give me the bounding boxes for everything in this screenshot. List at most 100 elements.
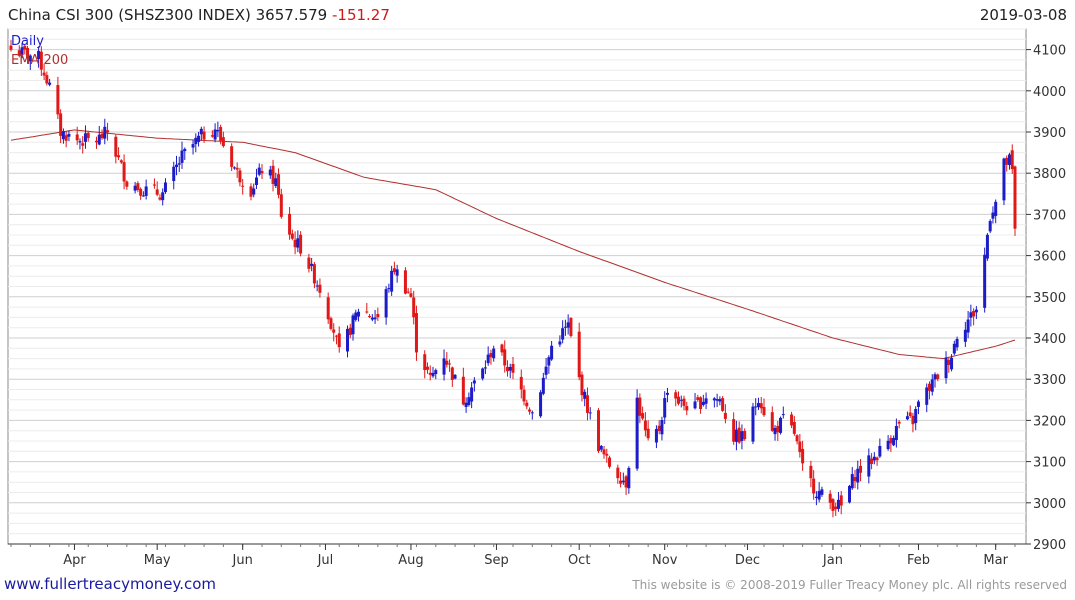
candle-up: [836, 499, 840, 509]
candle-up: [679, 399, 683, 401]
candle-down: [139, 188, 143, 196]
candle-down: [839, 495, 843, 506]
candle-up: [550, 345, 554, 360]
candle-up: [442, 358, 446, 375]
x-tick-label: Feb: [907, 553, 930, 568]
candle-up: [966, 319, 970, 333]
candle-down: [95, 140, 99, 143]
x-tick-label: Nov: [652, 553, 678, 568]
candle-down: [288, 213, 292, 235]
candle-down: [114, 136, 118, 157]
candle-up: [963, 329, 967, 342]
y-tick-label: 3800: [1033, 167, 1066, 182]
candle-up: [141, 195, 145, 197]
candle-down: [602, 449, 606, 455]
candle-up: [387, 288, 391, 290]
x-axis: Apr May Jun Jul Aug Sep Oct Nov Dec Jan Feb Mar: [8, 543, 1026, 568]
candle-down: [503, 349, 507, 366]
candle-down: [290, 233, 294, 239]
candle-up: [351, 315, 355, 335]
candle-up: [654, 428, 658, 443]
candle-down: [428, 372, 432, 375]
candle-up: [663, 398, 667, 418]
candle-up: [197, 135, 201, 142]
candle-up: [544, 366, 548, 375]
candle-down: [682, 398, 686, 406]
candle-down: [1013, 166, 1017, 229]
candle-up: [704, 398, 708, 404]
candle-up: [274, 178, 278, 187]
candle-down: [812, 478, 816, 494]
candle-up: [635, 397, 639, 469]
candle-up: [955, 338, 959, 348]
candle-down: [293, 239, 297, 248]
candle-up: [191, 144, 195, 148]
candle-up: [627, 467, 631, 489]
candle-down: [792, 421, 796, 434]
candle-up: [508, 366, 512, 371]
candle-down: [241, 185, 245, 187]
candle-down: [158, 197, 162, 200]
candle-up: [390, 270, 394, 292]
x-tick-label: May: [144, 553, 171, 568]
candle-down: [403, 270, 407, 294]
candle-up: [161, 192, 165, 201]
candle-down: [505, 366, 509, 372]
candle-up: [431, 372, 435, 377]
candle-down: [646, 428, 650, 439]
candle-down: [908, 412, 912, 416]
candle-up: [464, 402, 468, 407]
candle-up: [144, 186, 148, 196]
x-tick-label: Mar: [983, 553, 1008, 568]
price-chart: 2900 3000 3100 3200 3300 3400 3500 3600 3700 3800…: [7, 28, 1066, 568]
candle-down: [86, 132, 90, 139]
candle-down: [448, 363, 452, 365]
candle-up: [384, 289, 388, 318]
candle-up: [660, 420, 664, 435]
candle-down: [334, 335, 338, 337]
x-tick-label: Sep: [484, 553, 509, 568]
y-tick-label: 3300: [1033, 373, 1066, 388]
candle-up: [133, 185, 137, 191]
candle-down: [809, 465, 813, 479]
candle-down: [853, 477, 857, 482]
candle-up: [952, 343, 956, 354]
candle-down: [210, 135, 214, 137]
candle-up: [848, 485, 852, 503]
candle-down: [927, 383, 931, 391]
candle-down: [337, 333, 341, 348]
candle-up: [172, 166, 176, 182]
candle-down: [221, 137, 225, 147]
candle-down: [307, 257, 311, 269]
candle-down: [834, 506, 838, 510]
candle-down: [605, 453, 609, 456]
candle-up: [547, 357, 551, 366]
candle-down: [56, 85, 60, 115]
candle-down: [616, 467, 620, 479]
candle-up: [1002, 158, 1006, 201]
candle-up: [820, 489, 824, 495]
candle-down: [519, 376, 523, 390]
candle-up: [103, 126, 107, 139]
candle-down: [392, 268, 396, 273]
candle-up: [718, 399, 722, 402]
candle-down: [42, 72, 46, 76]
candle-down: [318, 284, 322, 293]
candle-down: [828, 493, 832, 503]
candle-up: [232, 167, 236, 169]
candle-down: [674, 392, 678, 399]
candle-down: [219, 126, 223, 141]
candle-down: [875, 457, 879, 461]
candle-down: [1010, 150, 1014, 170]
candle-down: [461, 376, 465, 405]
candle-down: [64, 135, 68, 141]
candle-up: [892, 437, 896, 446]
candle-down: [597, 410, 601, 452]
candle-down: [889, 437, 893, 444]
candle-down: [260, 170, 264, 174]
candle-down: [152, 184, 156, 186]
candle-down: [676, 396, 680, 404]
site-link[interactable]: www.fullertreacymoney.com: [4, 575, 216, 593]
candle-down: [332, 329, 336, 333]
candle-up: [588, 412, 592, 414]
